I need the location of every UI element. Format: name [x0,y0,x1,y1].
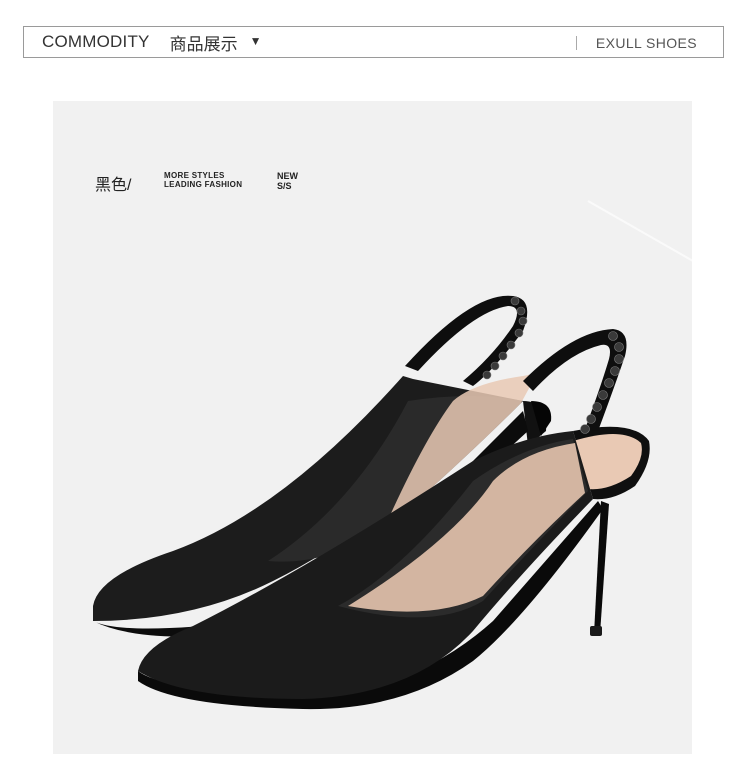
section-header: COMMODITY 商品展示 ▼ EXULL SHOES [23,26,724,58]
header-title: COMMODITY [42,32,150,51]
caret-down-icon: ▼ [249,34,262,48]
front-shoe [138,329,650,710]
brand-name: EXULL SHOES [595,35,697,51]
light-streak [587,200,692,262]
header-left: COMMODITY 商品展示 ▼ [42,30,261,55]
header-subtitle: 商品展示 [169,34,238,54]
shoe-photo [93,200,692,710]
product-image-panel: 黑色/ MORE STYLES LEADING FASHION NEW S/S [53,101,692,754]
header-divider [576,36,577,50]
